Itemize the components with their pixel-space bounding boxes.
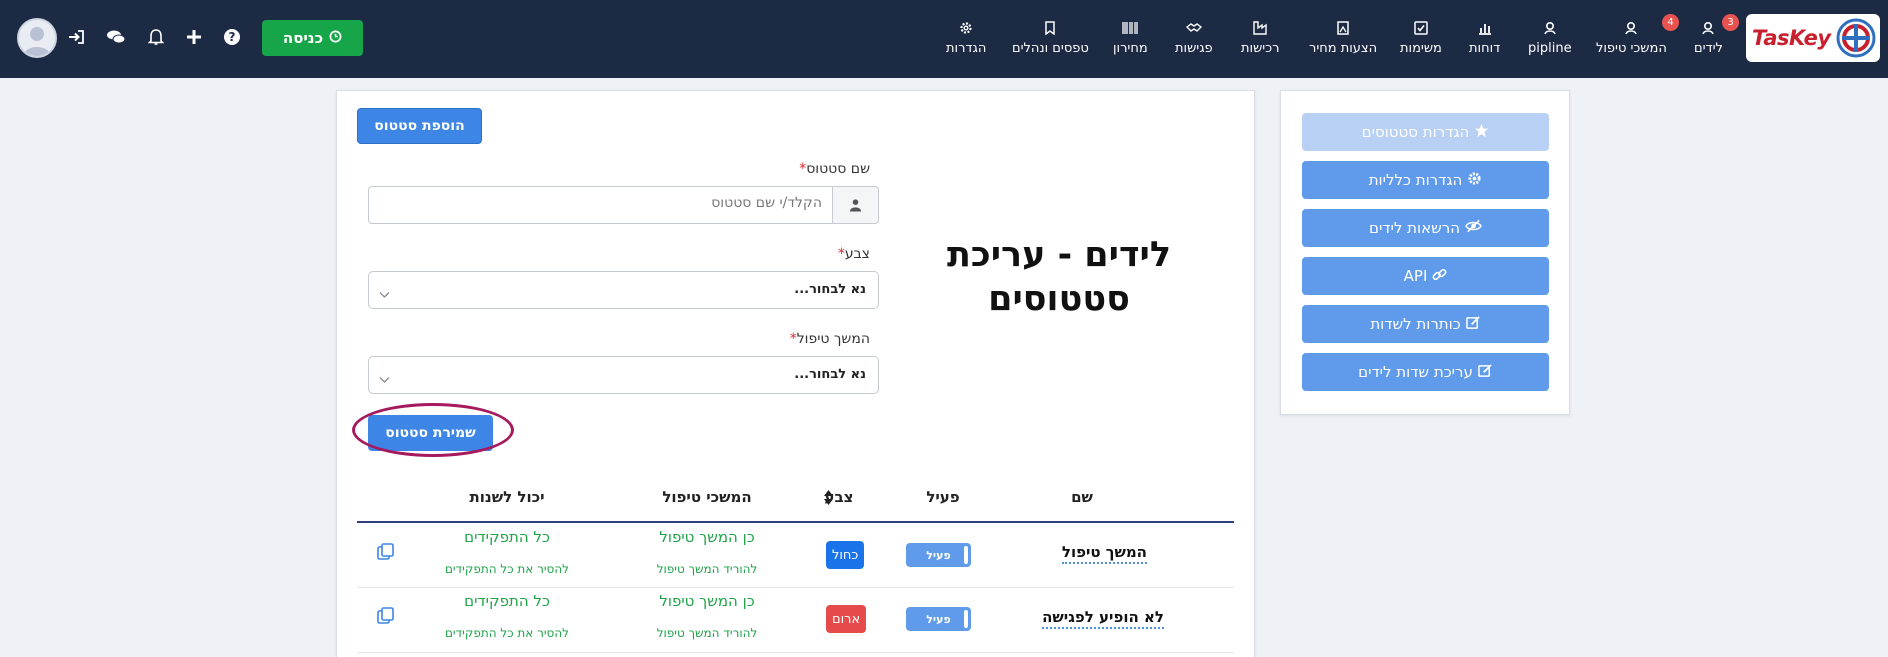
reports-icon [1478, 18, 1492, 38]
active-toggle[interactable]: פעיל [906, 543, 971, 567]
table-header-divider [357, 521, 1234, 523]
followup-value[interactable]: כן המשך טיפול [637, 592, 777, 610]
col-header-can-change: יכול לשנות [469, 488, 545, 506]
roles-value[interactable]: כל התפקידים [437, 528, 577, 546]
tasks-icon [1414, 18, 1428, 38]
nav-tasks[interactable]: משימות [1400, 18, 1442, 62]
nav-pricelist[interactable]: מחירון [1113, 18, 1148, 62]
color-select[interactable]: נא לבחור... [368, 271, 879, 309]
user-icon [832, 187, 878, 223]
taskey-logo[interactable]: TasKey [1746, 14, 1880, 62]
forms-icon [1044, 18, 1056, 38]
status-name-field[interactable] [368, 186, 879, 224]
settings-icon [959, 18, 973, 38]
roles-value[interactable]: כל התפקידים [437, 592, 577, 610]
pricelist-icon [1122, 18, 1138, 38]
nav-meetings[interactable]: פגישות [1175, 18, 1213, 62]
link-icon [1432, 267, 1447, 286]
chevron-down-icon [379, 369, 390, 388]
col-header-active: פעיל [926, 488, 960, 506]
copy-icon[interactable] [376, 542, 396, 562]
api-button[interactable]: API [1302, 257, 1549, 295]
general-settings-button[interactable]: הגדרות כלליות [1302, 161, 1549, 199]
nav-reports[interactable]: דוחות [1469, 18, 1500, 62]
row-divider [357, 652, 1234, 653]
nav-settings[interactable]: הגדרות [946, 18, 986, 62]
nav-leads[interactable]: 3 לידים [1694, 14, 1739, 62]
save-status-button[interactable]: שמירת סטטוס [368, 415, 493, 451]
eye-slash-icon [1465, 219, 1482, 237]
nav-followups[interactable]: 4 המשכי טיפול [1596, 14, 1679, 62]
copy-icon[interactable] [376, 606, 396, 626]
leads-icon [1701, 18, 1715, 38]
followups-count-badge: 4 [1662, 14, 1679, 31]
nav-quotes[interactable]: הצעות מחיר [1309, 18, 1377, 62]
remove-roles-link[interactable]: להסיר את כל התפקידים [422, 562, 592, 576]
pipeline-icon [1543, 18, 1557, 38]
gear-icon [1467, 171, 1482, 190]
quotes-icon [1336, 18, 1350, 38]
chat-icon[interactable] [105, 26, 127, 48]
sort-icon[interactable] [824, 490, 833, 509]
logo-text: TasKey [1752, 26, 1831, 50]
nav-forms[interactable]: טפסים ונהלים [1012, 18, 1089, 62]
svg-text:?: ? [229, 30, 236, 44]
clock-icon [329, 29, 342, 47]
color-chip: ארום [826, 605, 867, 633]
status-name-label: שם סטטוס* [799, 161, 870, 177]
status-name-cell[interactable]: לא הופיע לפגישה [1042, 608, 1164, 629]
settings-sidebar: הגדרות סטטוסים הגדרות כלליות הרשאות לידי… [1280, 90, 1570, 415]
status-name-input[interactable] [382, 195, 822, 211]
edit-icon [1478, 363, 1493, 382]
chevron-down-icon [379, 284, 390, 303]
status-name-cell[interactable]: המשך טיפול [1061, 543, 1147, 564]
followup-label: המשך טיפול* [789, 331, 870, 347]
top-navbar: TasKey 3 לידים 4 המשכי טיפול pipline דוח… [0, 0, 1888, 78]
login-icon[interactable] [66, 26, 88, 48]
help-icon[interactable]: ? [221, 26, 243, 48]
status-settings-button[interactable]: הגדרות סטטוסים [1302, 113, 1549, 151]
purchases-icon [1253, 18, 1267, 38]
color-chip: כחול [826, 541, 865, 569]
active-toggle[interactable]: פעיל [906, 607, 971, 631]
field-titles-button[interactable]: כותרות לשדות [1302, 305, 1549, 343]
add-status-button[interactable]: הוספת סטטוס [357, 108, 482, 144]
bell-icon[interactable] [145, 26, 167, 48]
edit-lead-fields-button[interactable]: עריכת שדות לידים [1302, 353, 1549, 391]
lead-permissions-button[interactable]: הרשאות לידים [1302, 209, 1549, 247]
status-editor-card: הוספת סטטוס לידים - עריכת סטטוסים שם סטט… [336, 90, 1255, 657]
remove-roles-link[interactable]: להסיר את כל התפקידים [422, 626, 592, 640]
followup-icon [1624, 18, 1638, 38]
remove-followup-link[interactable]: להוריד המשך טיפול [637, 626, 777, 640]
clock-in-button[interactable]: כניסה [262, 20, 363, 56]
color-label: צבע* [837, 246, 870, 262]
leads-count-badge: 3 [1722, 14, 1739, 31]
page-title: לידים - עריכת סטטוסים [946, 235, 1172, 319]
nav-pipeline[interactable]: pipline [1528, 18, 1572, 62]
logo-emblem-icon [1836, 18, 1876, 58]
col-header-name: שם [1071, 488, 1093, 506]
user-avatar[interactable] [17, 18, 57, 58]
followup-value[interactable]: כן המשך טיפול [637, 528, 777, 546]
row-divider [357, 587, 1234, 588]
star-icon [1474, 123, 1489, 142]
edit-icon [1465, 315, 1481, 334]
col-header-followups: המשכי טיפול [662, 488, 752, 506]
meetings-icon [1185, 18, 1202, 38]
plus-icon[interactable] [183, 26, 205, 48]
remove-followup-link[interactable]: להוריד המשך טיפול [637, 562, 777, 576]
nav-purchases[interactable]: רכישות [1241, 18, 1279, 62]
followup-select[interactable]: נא לבחור... [368, 356, 879, 394]
